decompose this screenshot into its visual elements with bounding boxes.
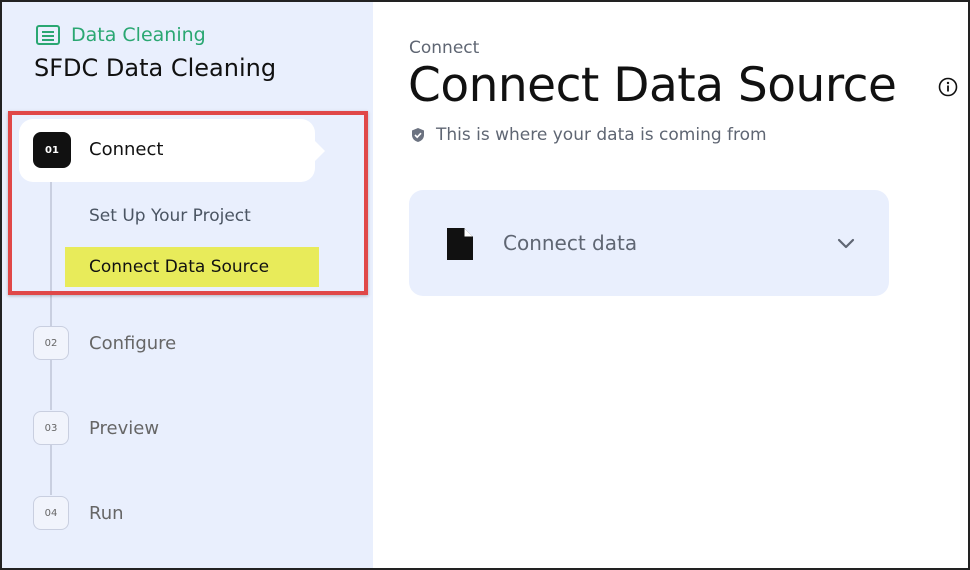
- page-subtitle: This is where your data is coming from: [410, 125, 767, 145]
- connect-data-label[interactable]: Connect data: [503, 231, 637, 255]
- document-list-icon: [36, 25, 60, 45]
- step-configure[interactable]: 02 Configure: [33, 326, 176, 360]
- info-icon[interactable]: [938, 77, 958, 97]
- step-label: Configure: [89, 332, 177, 354]
- step-label: Preview: [89, 417, 160, 439]
- chevron-down-icon[interactable]: [836, 236, 856, 252]
- timeline-line: [50, 360, 52, 410]
- sidebar: Data Cleaning SFDC Data Cleaning 01 Conn…: [2, 2, 373, 568]
- brand-label: Data Cleaning: [71, 24, 206, 46]
- page-title: Connect Data Source: [408, 58, 897, 113]
- connect-data-accordion[interactable]: [409, 190, 889, 296]
- timeline-line: [50, 445, 52, 495]
- file-icon: [447, 228, 473, 260]
- step-number: 03: [33, 411, 69, 445]
- step-number: 04: [33, 496, 69, 530]
- shield-check-icon: [412, 128, 424, 142]
- breadcrumb: Connect: [409, 38, 480, 58]
- subtitle-text: This is where your data is coming from: [436, 125, 767, 145]
- step-number: 02: [33, 326, 69, 360]
- brand[interactable]: Data Cleaning: [35, 24, 206, 46]
- annotation-highlight-box: [8, 111, 368, 295]
- step-label: Run: [89, 502, 124, 524]
- step-run[interactable]: 04 Run: [33, 496, 124, 530]
- step-preview[interactable]: 03 Preview: [33, 411, 159, 445]
- project-title: SFDC Data Cleaning: [34, 54, 277, 82]
- app-window: Data Cleaning SFDC Data Cleaning 01 Conn…: [0, 0, 970, 570]
